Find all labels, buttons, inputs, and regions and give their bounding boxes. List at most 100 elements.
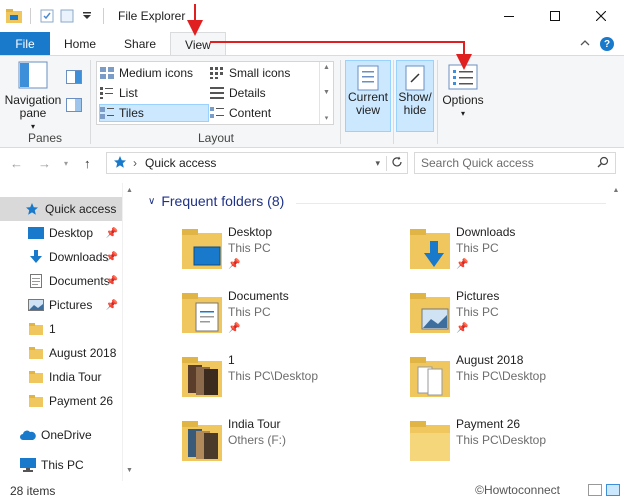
customize-toolbar-icon[interactable] (79, 8, 95, 24)
address-dropdown-icon[interactable]: ▾ (375, 158, 380, 169)
pin-icon[interactable]: 📌 (106, 228, 118, 239)
nav-item-pictures[interactable]: Pictures 📌 (0, 293, 122, 317)
ribbon-divider (340, 60, 341, 144)
nav-item-onedrive[interactable]: OneDrive (0, 423, 122, 447)
nav-item-this-pc[interactable]: This PC (0, 453, 122, 477)
recent-locations-icon[interactable]: ▾ (64, 159, 68, 168)
show-hide-icon (397, 65, 433, 91)
details-pane-icon[interactable] (66, 98, 82, 115)
layout-small-icons-label: Small icons (229, 66, 291, 80)
layout-list[interactable]: List (100, 84, 210, 102)
preview-pane-icon[interactable] (66, 70, 82, 87)
folder-tile-pictures[interactable]: Pictures This PC 📌 (410, 287, 624, 345)
layout-small-icons[interactable]: Small icons (210, 64, 316, 82)
options-label: Options (442, 93, 484, 107)
nav-item-desktop[interactable]: Desktop 📌 (0, 221, 122, 245)
navigation-pane-icon (4, 60, 62, 90)
folder-icon (28, 346, 44, 360)
pin-icon[interactable]: 📌 (228, 323, 240, 334)
folder-tile-india-tour[interactable]: India Tour Others (F:) (182, 415, 402, 473)
folder-tile-payment-26[interactable]: Payment 26 This PC\Desktop (410, 415, 624, 473)
layout-medium-icons-label: Medium icons (119, 66, 194, 80)
nav-item-label: Downloads (49, 250, 109, 264)
section-divider (296, 203, 606, 204)
pin-icon[interactable]: 📌 (456, 323, 468, 334)
nav-item-label: Pictures (49, 298, 93, 312)
up-arrow-icon[interactable]: ↑ (84, 156, 91, 171)
layout-gallery-scroll[interactable]: ▲ ▼ ▾ (319, 62, 333, 124)
current-view-icon (346, 65, 390, 91)
layout-content[interactable]: Content (210, 104, 316, 122)
layout-medium-icons[interactable]: Medium icons (100, 64, 210, 82)
search-icon[interactable] (597, 156, 609, 171)
pin-icon[interactable]: 📌 (228, 259, 240, 270)
navigation-pane-button[interactable]: Navigation pane ▾ (4, 60, 62, 133)
folder-name: Downloads (456, 225, 516, 239)
current-view-button[interactable]: Current view (345, 60, 391, 132)
back-arrow-icon[interactable]: ← (10, 156, 23, 171)
panes-group: Navigation pane ▾ Panes (0, 56, 90, 148)
nav-item-payment-26[interactable]: Payment 26 (0, 389, 122, 413)
nav-item-documents[interactable]: Documents 📌 (0, 269, 122, 293)
chevron-up-icon[interactable]: ▲ (323, 64, 330, 71)
content-icon (210, 107, 224, 119)
folder-tile-desktop[interactable]: Desktop This PC 📌 (182, 223, 402, 281)
folder-location: This PC (228, 241, 271, 255)
details-view-icon[interactable] (588, 484, 602, 496)
pin-icon[interactable]: 📌 (106, 300, 118, 311)
nav-item-label: Documents (49, 274, 110, 288)
nav-item-quick-access[interactable]: Quick access (0, 197, 122, 221)
new-folder-icon[interactable] (59, 8, 75, 24)
address-bar[interactable]: › Quick access ▾ (106, 152, 408, 174)
nav-item-india-tour[interactable]: India Tour (0, 365, 122, 389)
details-icon (210, 87, 224, 99)
options-icon (440, 64, 486, 90)
expand-gallery-icon[interactable]: ▾ (325, 114, 329, 122)
breadcrumb-chevron-icon[interactable]: › (133, 156, 137, 170)
forward-arrow-icon[interactable]: → (38, 156, 51, 171)
pin-icon[interactable]: 📌 (456, 259, 468, 270)
chevron-down-icon[interactable]: ▼ (123, 467, 136, 474)
tab-home[interactable]: Home (50, 32, 110, 56)
options-button[interactable]: Options ▾ (440, 60, 486, 120)
ribbon: Navigation pane ▾ Panes Layout Medium ic… (0, 55, 624, 148)
nav-item-downloads[interactable]: Downloads 📌 (0, 245, 122, 269)
chevron-down-icon[interactable]: ▼ (323, 89, 330, 96)
tab-share[interactable]: Share (110, 32, 170, 56)
folder-tile-downloads[interactable]: Downloads This PC 📌 (410, 223, 624, 281)
maximize-button[interactable] (532, 0, 578, 32)
large-icons-view-icon[interactable] (606, 484, 620, 496)
folder-tile-documents[interactable]: Documents This PC 📌 (182, 287, 402, 345)
nav-item-folder-1[interactable]: 1 (0, 317, 122, 341)
show-hide-button[interactable]: Show/ hide (396, 60, 434, 132)
tab-view[interactable]: View (170, 32, 226, 56)
refresh-icon[interactable] (386, 155, 403, 171)
minimize-button[interactable] (486, 0, 532, 32)
close-button[interactable] (578, 0, 624, 32)
chevron-up-icon[interactable]: ▲ (608, 187, 624, 194)
layout-tiles[interactable]: Tiles (99, 104, 209, 122)
nav-item-august-2018[interactable]: August 2018 (0, 341, 122, 365)
chevron-down-icon[interactable]: ∨ (148, 196, 155, 207)
search-placeholder: Search Quick access (421, 156, 534, 170)
layout-details[interactable]: Details (210, 84, 316, 102)
minimize-ribbon-icon[interactable] (580, 39, 590, 50)
folder-tile-1[interactable]: 1 This PC\Desktop (182, 351, 402, 409)
pin-icon[interactable]: 📌 (106, 252, 118, 263)
frequent-folders-header[interactable]: ∨ Frequent folders (8) (148, 193, 284, 209)
help-icon[interactable]: ? (600, 37, 614, 51)
pin-icon[interactable]: 📌 (106, 276, 118, 287)
nav-item-label: 1 (49, 322, 56, 336)
title-bar: File Explorer (0, 0, 624, 32)
address-path[interactable]: Quick access (145, 156, 216, 170)
navigation-pane-scrollbar[interactable]: ▲ ▼ (122, 183, 135, 481)
properties-icon[interactable] (39, 8, 55, 24)
search-input[interactable]: Search Quick access (414, 152, 616, 174)
folder-tile-august-2018[interactable]: August 2018 This PC\Desktop (410, 351, 624, 409)
nav-item-label: OneDrive (41, 428, 92, 442)
content-scrollbar[interactable]: ▲ (608, 183, 624, 481)
star-icon (24, 202, 40, 216)
tab-file[interactable]: File (0, 32, 50, 56)
folder-name: 1 (228, 353, 235, 367)
chevron-up-icon[interactable]: ▲ (123, 187, 136, 194)
